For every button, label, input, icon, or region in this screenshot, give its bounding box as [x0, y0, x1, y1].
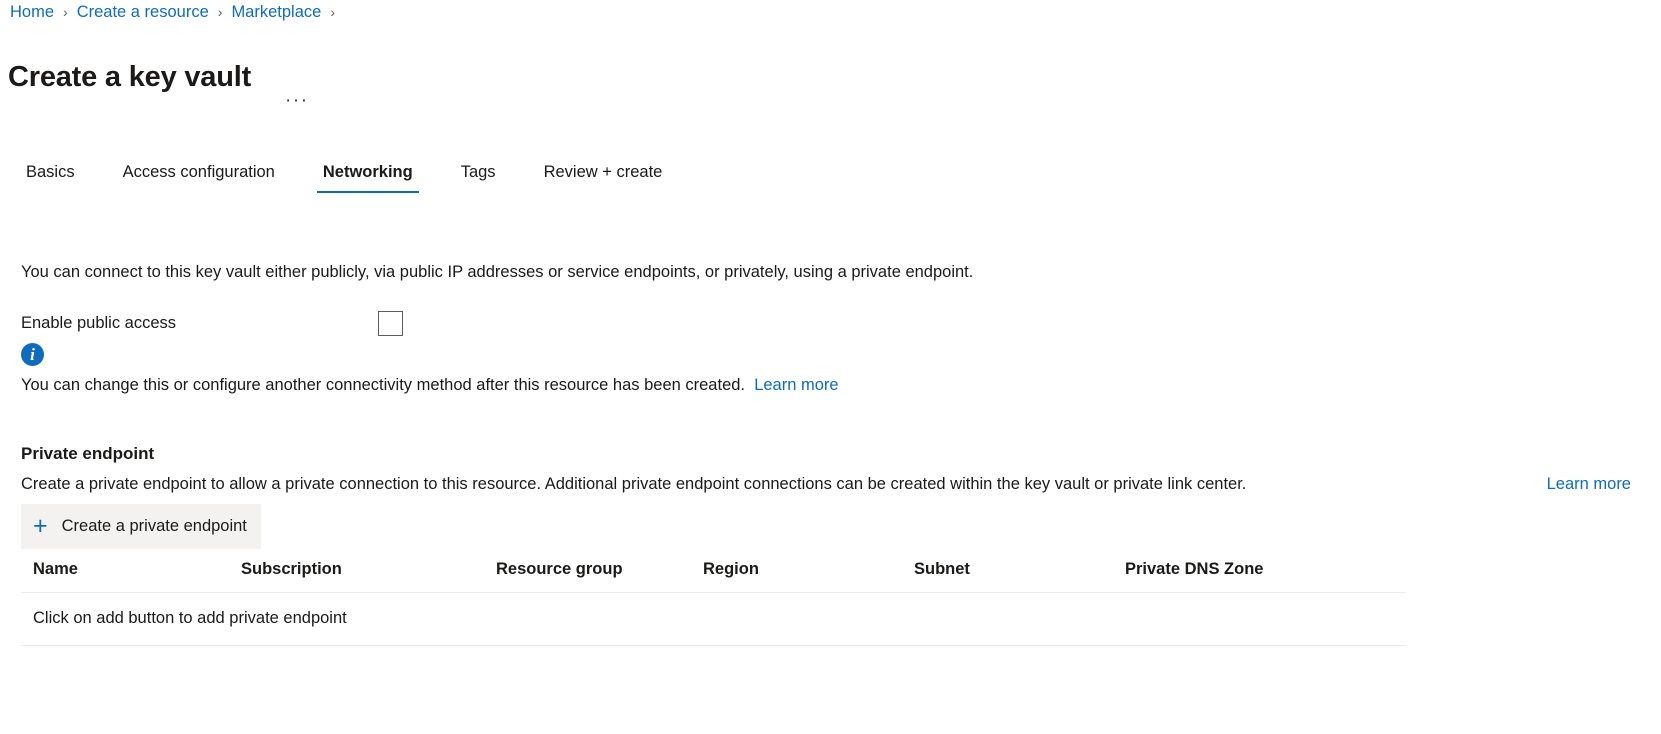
- tab-basics[interactable]: Basics: [20, 163, 81, 193]
- column-header-subnet[interactable]: Subnet: [914, 560, 1125, 579]
- column-header-region[interactable]: Region: [703, 560, 914, 579]
- breadcrumb-separator-icon: ›: [217, 4, 223, 20]
- breadcrumb-item-marketplace[interactable]: Marketplace: [231, 2, 321, 22]
- breadcrumb-item-home[interactable]: Home: [10, 2, 54, 22]
- page-header: Create a key vault ···: [8, 38, 315, 117]
- breadcrumb-separator-icon: ›: [330, 4, 335, 20]
- page-title: Create a key vault: [8, 61, 252, 94]
- tab-networking[interactable]: Networking: [316, 163, 419, 193]
- create-key-vault-page: Home › Create a resource › Marketplace ›…: [0, 0, 1661, 734]
- table-header-row: Name Subscription Resource group Region …: [21, 560, 1406, 593]
- table-empty-message: Click on add button to add private endpo…: [21, 593, 1406, 646]
- private-endpoint-learn-more-link[interactable]: Learn more: [1547, 472, 1631, 496]
- networking-intro-text: You can connect to this key vault either…: [21, 262, 974, 281]
- breadcrumb-item-create-a-resource[interactable]: Create a resource: [77, 2, 209, 22]
- column-header-resource-group[interactable]: Resource group: [496, 560, 703, 579]
- tab-review-create[interactable]: Review + create: [538, 163, 669, 193]
- private-endpoint-description-row: Create a private endpoint to allow a pri…: [21, 472, 1631, 496]
- private-endpoint-heading: Private endpoint: [21, 444, 155, 464]
- info-message-text: You can change this or configure another…: [21, 373, 1121, 397]
- private-endpoints-table: Name Subscription Resource group Region …: [21, 560, 1406, 646]
- plus-icon: +: [33, 512, 48, 540]
- column-header-name[interactable]: Name: [33, 560, 241, 579]
- enable-public-access-row: Enable public access: [21, 311, 821, 336]
- tab-access-configuration[interactable]: Access configuration: [117, 163, 281, 193]
- column-header-subscription[interactable]: Subscription: [241, 560, 496, 579]
- breadcrumb-separator-icon: ›: [63, 4, 68, 20]
- tab-tags[interactable]: Tags: [455, 163, 502, 193]
- column-header-private-dns-zone[interactable]: Private DNS Zone: [1125, 560, 1385, 579]
- info-message-label: You can change this or configure another…: [21, 376, 746, 394]
- wizard-tabs: Basics Access configuration Networking T…: [20, 155, 668, 193]
- enable-public-access-checkbox[interactable]: [378, 311, 403, 336]
- create-private-endpoint-button[interactable]: + Create a private endpoint: [21, 504, 261, 549]
- info-learn-more-link[interactable]: Learn more: [754, 376, 838, 394]
- create-private-endpoint-button-label: Create a private endpoint: [61, 517, 247, 535]
- more-actions-icon[interactable]: ···: [279, 89, 314, 113]
- info-circle-icon: i: [21, 343, 44, 366]
- private-endpoint-description: Create a private endpoint to allow a pri…: [21, 475, 1247, 493]
- enable-public-access-label: Enable public access: [21, 314, 177, 332]
- breadcrumb: Home › Create a resource › Marketplace ›: [10, 2, 344, 22]
- public-access-info-message: i You can change this or configure anoth…: [21, 343, 1121, 397]
